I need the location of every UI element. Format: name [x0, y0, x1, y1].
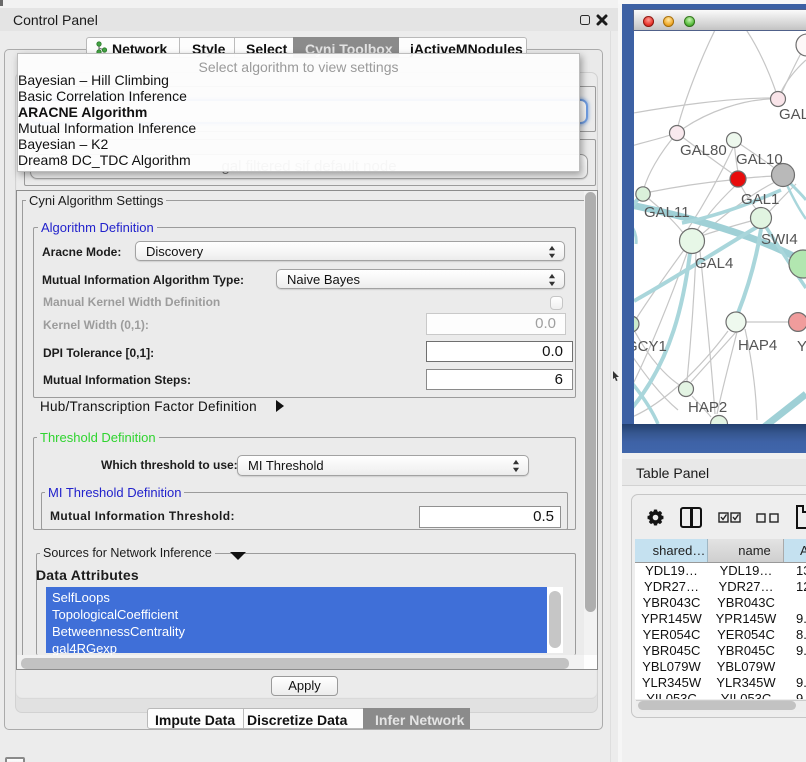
svg-text:GCY1: GCY1: [634, 338, 667, 355]
svg-text:SWI4: SWI4: [761, 231, 798, 248]
svg-text:GAL4: GAL4: [695, 255, 733, 272]
svg-text:GAL10: GAL10: [736, 151, 783, 168]
svg-text:GAL80: GAL80: [680, 142, 727, 159]
svg-text:HAP2: HAP2: [688, 399, 727, 416]
svg-text:HAP4: HAP4: [738, 337, 777, 354]
svg-text:GAL7: GAL7: [779, 106, 806, 123]
svg-text:GAL11: GAL11: [644, 204, 690, 221]
svg-text:Y: Y: [797, 338, 806, 355]
svg-text:GAL1: GAL1: [741, 191, 779, 208]
